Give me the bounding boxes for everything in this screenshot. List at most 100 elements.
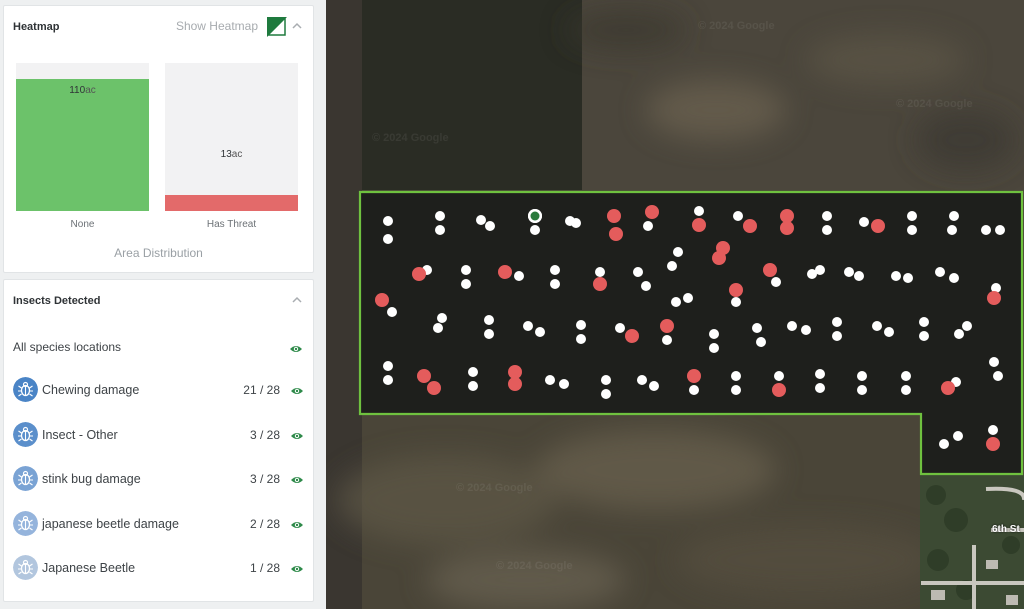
map-canvas[interactable] [326, 0, 1024, 609]
sample-marker[interactable] [383, 361, 393, 371]
sample-marker[interactable] [891, 271, 901, 281]
sample-marker[interactable] [571, 218, 581, 228]
insect-item[interactable]: Japanese Beetle 1 / 28 [13, 554, 309, 582]
sample-marker[interactable] [731, 297, 741, 307]
visibility-eye-icon[interactable] [290, 564, 304, 574]
sample-marker[interactable] [857, 385, 867, 395]
sample-marker[interactable] [673, 247, 683, 257]
sample-marker[interactable] [530, 225, 540, 235]
threat-sample-marker[interactable] [375, 293, 389, 307]
sample-marker[interactable] [907, 225, 917, 235]
sample-marker[interactable] [383, 375, 393, 385]
collapse-heatmap-chevron-icon[interactable] [290, 19, 304, 33]
sample-marker[interactable] [671, 297, 681, 307]
sample-marker[interactable] [662, 335, 672, 345]
threat-sample-marker[interactable] [692, 218, 706, 232]
threat-sample-marker[interactable] [941, 381, 955, 395]
sample-marker[interactable] [709, 343, 719, 353]
sample-marker[interactable] [884, 327, 894, 337]
sample-marker[interactable] [383, 234, 393, 244]
sample-marker[interactable] [756, 337, 766, 347]
sample-marker[interactable] [461, 279, 471, 289]
all-species-eye-icon[interactable] [289, 344, 303, 354]
sample-marker[interactable] [523, 321, 533, 331]
sample-marker[interactable] [962, 321, 972, 331]
threat-sample-marker[interactable] [987, 291, 1001, 305]
sample-marker[interactable] [545, 375, 555, 385]
sample-marker[interactable] [815, 383, 825, 393]
sample-marker[interactable] [935, 267, 945, 277]
sample-marker[interactable] [901, 385, 911, 395]
sample-marker[interactable] [667, 261, 677, 271]
sample-marker[interactable] [771, 277, 781, 287]
sample-marker[interactable] [550, 279, 560, 289]
sample-marker[interactable] [576, 320, 586, 330]
sample-marker[interactable] [485, 221, 495, 231]
sample-marker[interactable] [815, 369, 825, 379]
threat-sample-marker[interactable] [772, 383, 786, 397]
threat-sample-marker[interactable] [508, 365, 522, 379]
sample-marker[interactable] [954, 329, 964, 339]
collapse-insects-chevron-icon[interactable] [290, 293, 304, 307]
sample-marker[interactable] [859, 217, 869, 227]
sample-marker[interactable] [689, 385, 699, 395]
sample-marker[interactable] [461, 265, 471, 275]
threat-sample-marker[interactable] [645, 205, 659, 219]
sample-marker[interactable] [787, 321, 797, 331]
threat-sample-marker[interactable] [508, 377, 522, 391]
sample-marker[interactable] [643, 221, 653, 231]
threat-sample-marker[interactable] [986, 437, 1000, 451]
threat-sample-marker[interactable] [593, 277, 607, 291]
sample-marker[interactable] [774, 371, 784, 381]
sample-marker[interactable] [731, 371, 741, 381]
visibility-eye-icon[interactable] [290, 475, 304, 485]
sample-marker[interactable] [822, 211, 832, 221]
sample-marker[interactable] [559, 379, 569, 389]
threat-sample-marker[interactable] [780, 221, 794, 235]
sample-marker[interactable] [988, 425, 998, 435]
sample-marker[interactable] [907, 211, 917, 221]
sample-marker[interactable] [949, 273, 959, 283]
sample-marker[interactable] [857, 371, 867, 381]
insect-item[interactable]: Chewing damage 21 / 28 [13, 376, 309, 404]
visibility-eye-icon[interactable] [290, 520, 304, 530]
sample-marker[interactable] [854, 271, 864, 281]
sample-marker[interactable] [576, 334, 586, 344]
sample-marker[interactable] [633, 267, 643, 277]
sample-marker[interactable] [872, 321, 882, 331]
sample-marker[interactable] [484, 315, 494, 325]
sample-marker[interactable] [637, 375, 647, 385]
sample-marker[interactable] [832, 317, 842, 327]
sample-marker[interactable] [468, 381, 478, 391]
sample-marker[interactable] [595, 267, 605, 277]
sample-marker[interactable] [801, 325, 811, 335]
threat-sample-marker[interactable] [687, 369, 701, 383]
sample-marker[interactable] [832, 331, 842, 341]
sample-marker[interactable] [683, 293, 693, 303]
sample-marker[interactable] [514, 271, 524, 281]
show-heatmap-label[interactable]: Show Heatmap [176, 19, 258, 33]
sample-marker[interactable] [901, 371, 911, 381]
threat-sample-marker[interactable] [607, 209, 621, 223]
sample-marker[interactable] [953, 431, 963, 441]
insect-item[interactable]: Insect - Other 3 / 28 [13, 421, 309, 449]
visibility-eye-icon[interactable] [290, 386, 304, 396]
sample-marker[interactable] [981, 225, 991, 235]
sample-marker[interactable] [947, 225, 957, 235]
sample-marker[interactable] [649, 381, 659, 391]
sample-marker[interactable] [601, 389, 611, 399]
threat-sample-marker[interactable] [498, 265, 512, 279]
sample-marker[interactable] [601, 375, 611, 385]
sample-marker[interactable] [476, 215, 486, 225]
sample-marker[interactable] [903, 273, 913, 283]
threat-sample-marker[interactable] [427, 381, 441, 395]
insect-item[interactable]: stink bug damage 3 / 28 [13, 465, 309, 493]
visibility-eye-icon[interactable] [290, 431, 304, 441]
sample-marker[interactable] [733, 211, 743, 221]
sample-marker[interactable] [709, 329, 719, 339]
sample-marker[interactable] [435, 225, 445, 235]
sample-marker[interactable] [694, 206, 704, 216]
threat-sample-marker[interactable] [780, 209, 794, 223]
sample-marker[interactable] [822, 225, 832, 235]
threat-sample-marker[interactable] [729, 283, 743, 297]
